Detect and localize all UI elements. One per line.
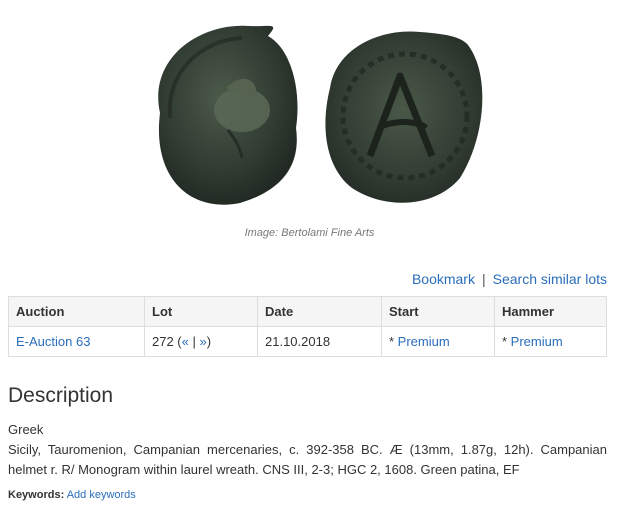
hammer-cell: * Premium bbox=[494, 326, 607, 357]
coin-obverse-helmet-icon bbox=[158, 25, 298, 205]
lot-number: 272 ( bbox=[152, 334, 182, 349]
header-date: Date bbox=[257, 296, 382, 327]
hammer-premium-link[interactable]: Premium bbox=[511, 334, 563, 349]
image-caption: Image: Bertolami Fine Arts bbox=[244, 227, 375, 239]
separator: | bbox=[481, 271, 486, 287]
table-header-row: Auction Lot Date Start Hammer bbox=[8, 296, 607, 327]
description-block: Greek Sicily, Tauromenion, Campanian mer… bbox=[8, 420, 607, 480]
header-auction: Auction bbox=[8, 296, 145, 327]
lot-actions: Bookmark | Search similar lots bbox=[412, 271, 607, 287]
start-prefix: * bbox=[389, 334, 398, 349]
bookmark-link[interactable]: Bookmark bbox=[412, 271, 475, 287]
hammer-prefix: * bbox=[502, 334, 511, 349]
description-text: Sicily, Tauromenion, Campanian mercenari… bbox=[8, 442, 607, 477]
start-cell: * Premium bbox=[381, 326, 495, 357]
prev-lot-link[interactable]: « bbox=[182, 334, 189, 349]
keywords-row: Keywords: Add keywords bbox=[8, 489, 136, 501]
coin-image[interactable] bbox=[130, 18, 490, 213]
coin-photo bbox=[158, 25, 483, 205]
description-category: Greek bbox=[8, 422, 44, 437]
next-lot-link[interactable]: » bbox=[199, 334, 206, 349]
header-lot: Lot bbox=[144, 296, 258, 327]
table-row: E-Auction 63 272 (« | ») 21.10.2018 * Pr… bbox=[8, 326, 607, 357]
keywords-label: Keywords: bbox=[8, 489, 65, 501]
start-premium-link[interactable]: Premium bbox=[398, 334, 450, 349]
date-cell: 21.10.2018 bbox=[257, 326, 382, 357]
auction-cell: E-Auction 63 bbox=[8, 326, 145, 357]
add-keywords-link[interactable]: Add keywords bbox=[67, 489, 136, 501]
lot-table: Auction Lot Date Start Hammer E-Auction … bbox=[8, 296, 607, 357]
lot-cell: 272 (« | ») bbox=[144, 326, 258, 357]
auction-link[interactable]: E-Auction 63 bbox=[16, 334, 90, 349]
coin-reverse-monogram-icon bbox=[325, 31, 483, 203]
header-hammer: Hammer bbox=[494, 296, 607, 327]
header-start: Start bbox=[381, 296, 495, 327]
lot-nav-separator: | bbox=[188, 334, 200, 349]
lot-close-paren: ) bbox=[206, 334, 212, 349]
search-similar-link[interactable]: Search similar lots bbox=[493, 271, 607, 287]
description-heading: Description bbox=[8, 384, 114, 407]
